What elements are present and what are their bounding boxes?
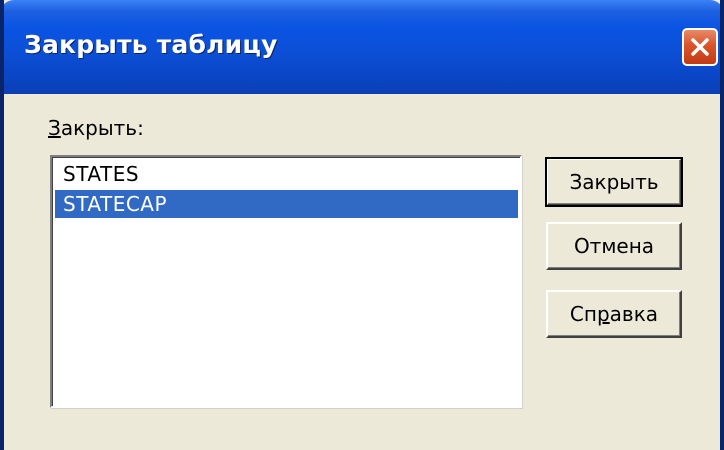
close-button[interactable]: Закрыть [545,157,683,207]
help-label-post: авка [609,302,659,326]
cancel-button[interactable]: Отмена [546,222,682,270]
list-item-states[interactable]: STATES [55,160,518,188]
help-button[interactable]: Сп р авка [546,290,682,338]
list-label-text: акрыть: [60,116,144,140]
title-bar[interactable]: Закрыть таблицу [4,0,720,94]
list-item-statecap[interactable]: STATECAP [55,190,518,218]
help-label-pre: Сп [569,302,597,326]
help-label-accelerator: р [596,302,610,326]
close-table-dialog: Закрыть таблицу Закрыть: STATES STATECAP… [0,0,724,450]
window-title: Закрыть таблицу [24,30,278,59]
list-label: Закрыть: [48,116,144,140]
tables-listbox[interactable]: STATES STATECAP [50,155,522,408]
close-window-button[interactable] [682,28,718,66]
list-label-accelerator: З [48,116,61,140]
